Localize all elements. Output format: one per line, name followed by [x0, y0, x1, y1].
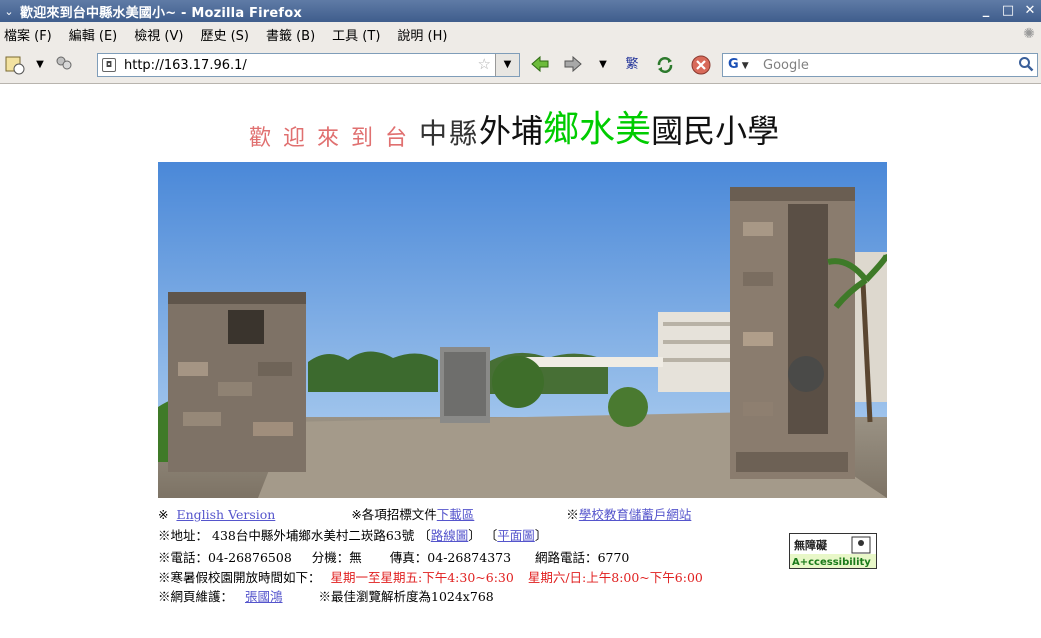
savings-portal-link[interactable]: 學校教育儲蓄戶網站: [579, 507, 692, 522]
search-input[interactable]: [763, 57, 1013, 73]
english-version-link[interactable]: English Version: [176, 507, 275, 522]
fax-label: 傳真：: [389, 550, 428, 565]
weekend-hours: 星期六/日:上午8:00~下午6:00: [527, 570, 703, 585]
throbber-icon: ✺: [1023, 26, 1035, 42]
floor-plan-link[interactable]: 平面圖: [497, 528, 535, 543]
minimize-icon[interactable]: _: [977, 2, 995, 20]
menu-history[interactable]: 歷史 (S): [200, 25, 249, 44]
phone-row: ※電話：04-26876508 分機：無 傳真：04-26874373 網路電話…: [158, 547, 629, 566]
back-arrow-icon[interactable]: [528, 54, 552, 76]
menu-bar: 檔案 (F) 編輯 (E) 檢視 (V) 歷史 (S) 書籤 (B) 工具 (T…: [0, 22, 1041, 46]
links-row: ※ English Version ※各項招標文件下載區 ※學校教育儲蓄戶網站: [158, 504, 691, 523]
search-bar[interactable]: G ▼: [722, 53, 1038, 77]
address-value: 438台中縣外埔鄉水美村二崁路63號: [212, 528, 415, 543]
address-label: ※地址：: [158, 528, 209, 543]
url-bar[interactable]: ◘ ☆ ▼: [97, 53, 520, 77]
hours-label: ※寒暑假校園開放時間如下：: [158, 570, 321, 585]
search-engine-selector[interactable]: G ▼: [725, 56, 759, 74]
menu-help[interactable]: 說明 (H): [397, 25, 447, 44]
accessibility-badge[interactable]: 無障礙 A+ccessibility: [789, 533, 877, 569]
bracket-close: 〕: [534, 528, 548, 543]
weekday-hours: 星期一至星期五:下午4:30~6:30: [330, 570, 514, 585]
menu-edit[interactable]: 編輯 (E): [69, 25, 118, 44]
window-controls: _ □ ✕: [977, 2, 1039, 20]
voip-value: 6770: [597, 550, 630, 565]
search-icon[interactable]: [1018, 56, 1034, 76]
badge-top-text: 無障礙: [794, 538, 828, 552]
phone-label: ※電話：: [158, 550, 209, 565]
badge-bottom-text: A+ccessibility: [792, 557, 871, 568]
bracket-open: 〔: [418, 528, 431, 543]
google-icon: G: [728, 57, 739, 72]
window-menu-icon[interactable]: ⌄: [0, 5, 18, 18]
title-part-county: 中縣: [419, 117, 480, 150]
chevron-down-icon[interactable]: ▼: [28, 54, 52, 76]
url-history-dropdown-icon[interactable]: ▼: [495, 54, 519, 76]
title-part-welcome: 歡迎來到台: [249, 126, 420, 151]
resolution-note: ※最佳瀏覽解析度為1024x768: [318, 589, 494, 604]
menu-file[interactable]: 檔案 (F): [4, 25, 52, 44]
download-area-link[interactable]: 下載區: [437, 507, 475, 522]
url-input[interactable]: [124, 57, 464, 73]
extension-icon[interactable]: [52, 54, 76, 76]
menu-bookmarks[interactable]: 書籤 (B): [266, 25, 315, 44]
close-icon[interactable]: ✕: [1021, 2, 1039, 20]
page-content: 歡迎來到台中縣外埔鄉水美國民小學 ※ English Version ※各項招標…: [0, 85, 1041, 638]
hours-row: ※寒暑假校園開放時間如下： 星期一至星期五:下午4:30~6:30 星期六/日:…: [158, 567, 703, 586]
window-titlebar: ⌄ 歡迎來到台中縣水美國小~ - Mozilla Firefox _ □ ✕: [0, 0, 1041, 22]
stop-icon[interactable]: [689, 54, 713, 76]
voip-label: 網路電話：: [535, 550, 598, 565]
site-favicon-icon: ◘: [102, 58, 116, 72]
title-part-village: 鄉水美: [543, 109, 652, 150]
navigation-toolbar: ▼ ◘ ☆ ▼ ▼ 繁 G ▼: [0, 46, 1041, 84]
maintainer-link[interactable]: 張國鴻: [245, 589, 283, 604]
menu-view[interactable]: 檢視 (V): [134, 25, 183, 44]
tender-docs-label: ※各項招標文件: [351, 507, 437, 522]
bookmark-star-icon[interactable]: ☆: [478, 55, 491, 73]
title-part-school: 國民小學: [651, 112, 780, 150]
bracket-open: 〔: [484, 528, 498, 543]
translate-icon[interactable]: 繁: [620, 54, 644, 76]
page-title: 歡迎來到台中縣外埔鄉水美國民小學: [249, 100, 779, 151]
address-row: ※地址： 438台中縣外埔鄉水美村二崁路63號 〔路線圖〕 〔平面圖〕: [158, 525, 547, 544]
language-input-icon[interactable]: [3, 54, 27, 76]
menu-tools[interactable]: 工具 (T): [332, 25, 380, 44]
route-map-link[interactable]: 路線圖: [431, 528, 469, 543]
fax-value: 04-26874373: [427, 550, 512, 565]
history-dropdown-icon[interactable]: ▼: [591, 54, 615, 76]
maintainer-row: ※網頁維護： 張國鴻 ※最佳瀏覽解析度為1024x768: [158, 586, 494, 605]
links-prefix: ※: [158, 507, 169, 522]
maximize-icon[interactable]: □: [999, 2, 1017, 20]
bracket-close: 〕: [468, 528, 481, 543]
window-title: 歡迎來到台中縣水美國小~ - Mozilla Firefox: [20, 5, 302, 21]
portal-prefix: ※: [566, 507, 579, 522]
reload-icon[interactable]: [653, 54, 677, 76]
ext-value: 無: [349, 550, 362, 565]
ext-label: 分機：: [311, 550, 350, 565]
phone-value: 04-26876508: [208, 550, 292, 565]
title-part-township: 外埔: [479, 112, 544, 150]
school-gate-photo: [158, 162, 887, 498]
forward-arrow-icon[interactable]: [561, 54, 585, 76]
maintainer-label: ※網頁維護：: [158, 589, 234, 604]
